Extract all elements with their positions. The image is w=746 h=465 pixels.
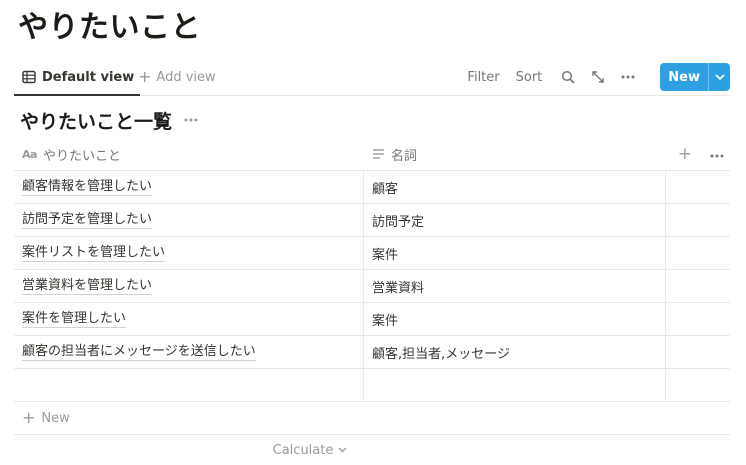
noun-cell[interactable]: 案件 (364, 237, 666, 269)
add-property-icon[interactable]: + (678, 145, 692, 163)
noun-cell[interactable]: 顧客 (364, 171, 666, 203)
column-actions: + (666, 138, 730, 170)
row-title[interactable]: 顧客の担当者にメッセージを送信したい (22, 344, 256, 361)
lines-icon (372, 148, 385, 160)
noun-cell[interactable]: 案件 (364, 303, 666, 335)
page-title: やりたいこと (18, 10, 201, 45)
new-button-group: New (660, 63, 730, 91)
noun-cell[interactable]: 訪問予定 (364, 204, 666, 236)
database-title-text: やりたいこと一覧 (20, 110, 173, 133)
table-row[interactable]: 営業資料を管理したい 営業資料 (14, 270, 730, 303)
tab-default-view[interactable]: Default view (14, 60, 141, 96)
noun-cell[interactable] (364, 369, 666, 401)
row-title[interactable]: 訪問予定を管理したい (22, 212, 153, 229)
row-title[interactable]: 案件を管理したい (22, 311, 127, 328)
empty-cell (666, 270, 730, 302)
more-options-icon[interactable] (618, 67, 638, 87)
row-title[interactable]: 案件リストを管理したい (22, 245, 166, 262)
new-button[interactable]: New (660, 63, 708, 91)
add-view-label: Add view (156, 69, 216, 85)
row-title[interactable]: 顧客情報を管理したい (22, 179, 153, 196)
plus-icon: + (138, 67, 152, 86)
sort-button[interactable]: Sort (516, 70, 543, 85)
table-row[interactable]: 顧客情報を管理したい 顧客 (14, 171, 730, 204)
view-bar: Default view + Add view Filter Sort New (14, 60, 730, 96)
title-cell[interactable] (14, 369, 364, 401)
plus-icon: + (22, 408, 36, 427)
table-icon (22, 70, 36, 84)
title-cell[interactable]: 案件リストを管理したい (14, 237, 364, 269)
empty-cell (666, 303, 730, 335)
column-more-icon[interactable] (710, 147, 724, 162)
column-header-title[interactable]: Aa やりたいこと (14, 138, 364, 170)
empty-cell (666, 336, 730, 368)
table-row[interactable]: 案件を管理したい 案件 (14, 303, 730, 336)
title-cell[interactable]: 訪問予定を管理したい (14, 204, 364, 236)
filter-button[interactable]: Filter (467, 70, 499, 85)
empty-table-row[interactable] (14, 369, 730, 402)
row-title[interactable]: 営業資料を管理したい (22, 278, 153, 295)
chevron-down-icon[interactable] (708, 63, 730, 91)
add-row-label: New (41, 410, 70, 426)
noun-cell[interactable]: 営業資料 (364, 270, 666, 302)
view-toolbar: Filter Sort New (467, 60, 730, 94)
table-row[interactable]: 訪問予定を管理したい 訪問予定 (14, 204, 730, 237)
column-header-label: やりたいこと (42, 148, 121, 164)
column-header-label: 名詞 (391, 148, 418, 164)
column-header-noun[interactable]: 名詞 (364, 138, 666, 170)
add-view-button[interactable]: + Add view (138, 60, 216, 94)
noun-cell[interactable]: 顧客,担当者,メッセージ (364, 336, 666, 368)
title-cell[interactable]: 案件を管理したい (14, 303, 364, 335)
tab-default-view-label: Default view (42, 69, 135, 85)
title-cell[interactable]: 営業資料を管理したい (14, 270, 364, 302)
database-more-icon[interactable] (184, 118, 198, 122)
expand-icon[interactable] (588, 67, 608, 87)
empty-cell (666, 237, 730, 269)
chevron-down-icon (338, 447, 347, 453)
empty-cell (666, 204, 730, 236)
title-cell[interactable]: 顧客情報を管理したい (14, 171, 364, 203)
database-table: Aa やりたいこと 名詞 + 顧客情報を管理したい 顧客 訪問予定を管理したい … (14, 138, 730, 435)
calculate-label: Calculate (272, 442, 334, 458)
empty-cell (666, 171, 730, 203)
calculate-button[interactable]: Calculate (14, 434, 366, 465)
database-title[interactable]: やりたいこと一覧 (20, 106, 198, 134)
text-type-icon: Aa (22, 147, 37, 161)
calculate-bar: Calculate (14, 434, 366, 465)
table-header: Aa やりたいこと 名詞 + (14, 138, 730, 171)
empty-cell (666, 369, 730, 401)
table-row[interactable]: 案件リストを管理したい 案件 (14, 237, 730, 270)
add-row-button[interactable]: + New (14, 402, 730, 435)
table-row[interactable]: 顧客の担当者にメッセージを送信したい 顧客,担当者,メッセージ (14, 336, 730, 369)
title-cell[interactable]: 顧客の担当者にメッセージを送信したい (14, 336, 364, 368)
search-icon[interactable] (558, 67, 578, 87)
